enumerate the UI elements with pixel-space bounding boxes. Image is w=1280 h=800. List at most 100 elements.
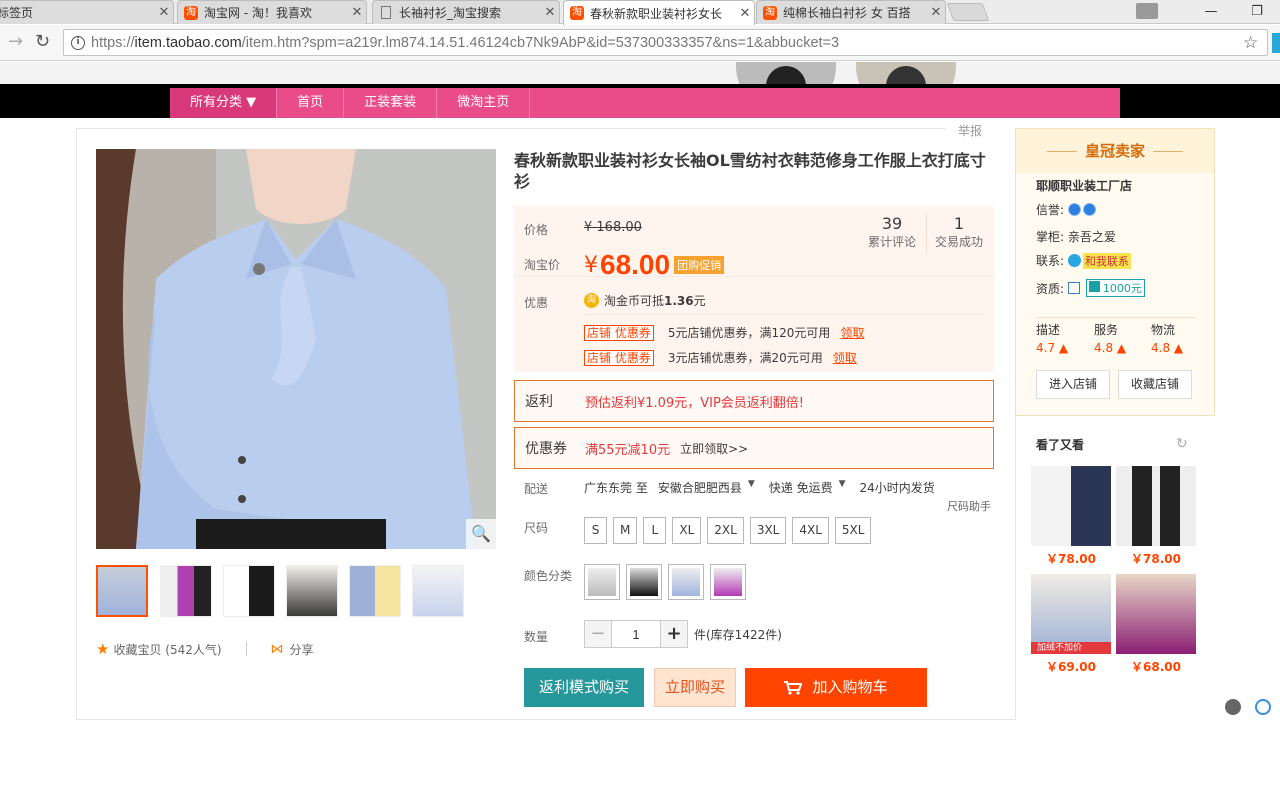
address-bar[interactable]: i https://item.taobao.com/item.htm?spm=a… [63, 29, 1268, 56]
dsr-score-value: 4.8 [1151, 341, 1171, 355]
forward-icon[interactable]: → [8, 31, 23, 52]
recommend-item[interactable]: ￥78.00 [1116, 466, 1196, 567]
color-swatch[interactable] [710, 564, 746, 600]
recommend-item[interactable]: 加绒不加价 ￥69.00 [1031, 574, 1111, 675]
zoom-icon[interactable]: 🔍 [466, 519, 496, 549]
close-tab-icon[interactable]: ✕ [927, 5, 945, 20]
shop-name[interactable]: 耶顺职业装工厂店 [1036, 177, 1132, 194]
caret-down-icon[interactable]: ▼ [748, 479, 755, 496]
taobao-icon: 淘 [570, 6, 584, 20]
color-swatch[interactable] [626, 564, 662, 600]
browser-tab[interactable]: 淘 纯棉长袖白衬衫 女 百搭 ✕ [756, 0, 946, 24]
claim-coupon-link[interactable]: 领取 [833, 349, 857, 366]
nav-suits[interactable]: 正装套装 [344, 88, 438, 118]
certificate-icon[interactable] [1067, 282, 1080, 294]
bookmark-star-icon[interactable]: ☆ [1243, 33, 1267, 53]
thumbnail[interactable] [412, 565, 464, 617]
rebate-buy-button[interactable]: 返利模式购买 [524, 668, 644, 707]
color-swatch[interactable] [668, 564, 704, 600]
favorite-shop-button[interactable]: 收藏店铺 [1118, 370, 1193, 399]
deposit-badge[interactable]: 1000元 [1085, 279, 1145, 297]
close-tab-icon[interactable]: ✕ [348, 5, 366, 20]
nav-weitao[interactable]: 微淘主页 [437, 88, 531, 118]
coupon-text: 3元店铺优惠券，满20元可用 [667, 351, 823, 365]
maximize-icon[interactable]: ❐ [1234, 4, 1280, 19]
size-option[interactable]: 3XL [749, 517, 787, 544]
ship-to-select[interactable]: 安徽合肥肥西县 [658, 479, 742, 496]
recommend-image[interactable] [1116, 466, 1196, 546]
product-title: 春秋新款职业装衬衫女长袖OL雪纺衬衣韩范修身工作服上衣打底寸衫 [514, 151, 986, 191]
close-tab-icon[interactable]: ✕ [155, 5, 173, 20]
coupon-text: 5元店铺优惠券，满120元可用 [667, 326, 831, 340]
thumbnail[interactable] [349, 565, 401, 617]
close-tab-icon[interactable]: ✕ [541, 5, 559, 20]
favorite-item-link[interactable]: 收藏宝贝 (542人气) [113, 641, 221, 658]
claim-coupon-link[interactable]: 领取 [840, 324, 864, 341]
nav-home[interactable]: 首页 [277, 88, 345, 118]
reviews-stat[interactable]: 39 累计评论 [868, 214, 916, 250]
size-option[interactable]: M [613, 517, 638, 544]
settings-gear-icon[interactable] [1255, 699, 1271, 715]
thumbnail[interactable] [223, 565, 275, 617]
size-helper-link[interactable]: 尺码助手 [947, 498, 991, 514]
thumbnail[interactable] [96, 565, 148, 617]
feedback-icon[interactable] [1225, 699, 1241, 715]
rebate-text: 预估返利¥1.09元，VIP会员返利翻倍! [585, 395, 804, 411]
profile-icon[interactable] [1136, 3, 1158, 19]
minimize-icon[interactable]: — [1188, 4, 1234, 19]
voucher-box[interactable]: 优惠券 满55元减10元 立即领取>> [514, 427, 994, 469]
product-main-image[interactable] [96, 149, 496, 549]
reload-icon[interactable]: ↻ [35, 31, 50, 52]
coin-value: 1.36 [664, 293, 694, 308]
rebate-box[interactable]: 返利 预估返利¥1.09元，VIP会员返利翻倍! [514, 380, 994, 422]
quantity-input[interactable] [612, 620, 660, 648]
claim-voucher-link[interactable]: 立即领取>> [680, 440, 748, 457]
close-tab-icon[interactable]: ✕ [736, 6, 754, 21]
decrease-button[interactable]: − [584, 620, 612, 648]
share-link[interactable]: 分享 [290, 641, 314, 658]
window-controls: — ❐ [1136, 0, 1280, 22]
report-link[interactable]: 举报 [958, 122, 982, 139]
browser-tab-active[interactable]: 淘 春秋新款职业装衬衫女长 ✕ [563, 0, 755, 25]
new-tab-button[interactable] [946, 3, 990, 21]
add-to-cart-button[interactable]: 加入购物车 [745, 668, 927, 707]
url-text[interactable]: https://item.taobao.com/item.htm?spm=a21… [91, 35, 1243, 51]
size-option[interactable]: 4XL [792, 517, 829, 544]
size-option[interactable]: 2XL [707, 517, 744, 544]
thumbnail[interactable] [286, 565, 338, 617]
enter-shop-button[interactable]: 进入店铺 [1036, 370, 1111, 399]
recommend-image[interactable] [1116, 574, 1196, 654]
size-option[interactable]: XL [672, 517, 702, 544]
refresh-icon[interactable]: ↻ [1176, 436, 1188, 452]
browser-tab[interactable]: 长袖衬衫_淘宝搜索 ✕ [372, 0, 560, 24]
increase-button[interactable]: + [660, 620, 688, 648]
recommend-image[interactable]: 加绒不加价 [1031, 574, 1111, 654]
browser-tab[interactable]: 淘 淘宝网 - 淘！我喜欢 ✕ [177, 0, 367, 24]
aliwangwang-icon[interactable] [1067, 254, 1081, 267]
ship-from: 广东东莞 至 [584, 481, 648, 495]
shipping-method-select[interactable]: 快递 免运费 [769, 479, 833, 496]
extension-icon[interactable] [1272, 33, 1280, 53]
shop-coupon: 店铺 优惠券 5元店铺优惠券，满120元可用 领取 [584, 324, 864, 341]
thumbnail[interactable] [160, 565, 212, 617]
crown-icon [1067, 203, 1081, 216]
recommend-item[interactable]: ￥68.00 [1116, 574, 1196, 675]
browser-tab-strip: 标签页 ✕ 淘 淘宝网 - 淘！我喜欢 ✕ 长袖衬衫_淘宝搜索 ✕ 淘 春秋新款… [0, 0, 1280, 25]
recommend-price: ￥78.00 [1131, 552, 1181, 566]
site-info-icon[interactable]: i [71, 35, 85, 50]
color-swatch[interactable] [584, 564, 620, 600]
coin-unit: 元 [693, 294, 706, 308]
size-option[interactable]: L [643, 517, 667, 544]
buy-now-button[interactable]: 立即购买 [654, 668, 736, 707]
recommend-item[interactable]: ￥78.00 [1031, 466, 1111, 567]
size-option[interactable]: 5XL [834, 517, 872, 544]
stock-text: 件(库存1422件) [694, 627, 782, 642]
deals-count: 1 [953, 214, 965, 233]
size-option[interactable]: S [584, 517, 607, 544]
browser-tab[interactable]: 标签页 ✕ [0, 0, 174, 24]
contact-seller-button[interactable]: 和我联系 [1082, 252, 1131, 269]
recommend-image[interactable] [1031, 466, 1111, 546]
caret-down-icon[interactable]: ▼ [839, 479, 846, 496]
nav-all-categories[interactable]: 所有分类 ▼ [170, 88, 278, 118]
delivery-info: 广东东莞 至 安徽合肥肥西县 ▼ 快递 免运费 ▼ 24小时内发货 [584, 479, 945, 496]
